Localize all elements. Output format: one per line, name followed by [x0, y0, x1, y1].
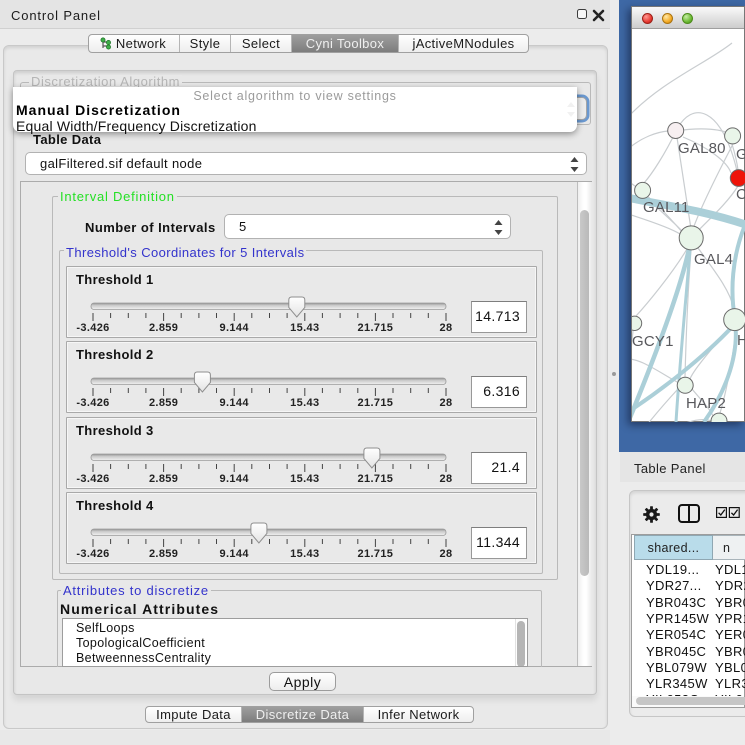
svg-text:H: H: [737, 332, 745, 349]
svg-text:GAL4: GAL4: [694, 251, 733, 268]
svg-text:G.: G.: [736, 146, 745, 163]
svg-text:C: C: [736, 186, 745, 203]
svg-text:HAP2: HAP2: [686, 395, 726, 412]
svg-text:GCY1: GCY1: [632, 333, 674, 350]
svg-text:GAL80: GAL80: [678, 140, 726, 157]
svg-text:GAL11: GAL11: [643, 199, 690, 216]
